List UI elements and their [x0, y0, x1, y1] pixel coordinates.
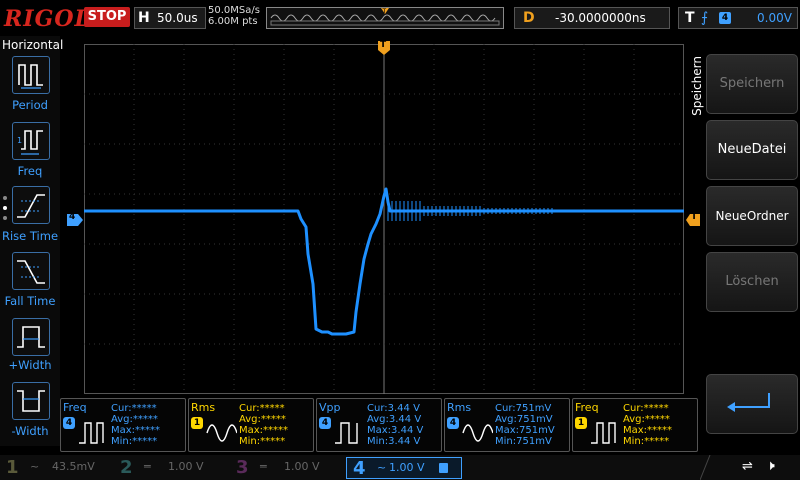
svg-text:1: 1	[17, 136, 22, 145]
measurement-name: Freq	[63, 401, 87, 414]
menu-title: Horizontal	[2, 38, 64, 52]
right-save-menu: Speichern NeueDatei NeueOrdner Löschen	[686, 36, 800, 446]
rising-edge-icon: ⨍	[701, 10, 709, 26]
channel-badge: 4	[63, 417, 75, 429]
usb-icon: ⇌	[742, 459, 753, 474]
timebase-box[interactable]: H 50.0us	[134, 7, 206, 29]
new-file-button[interactable]: NeueDatei	[706, 120, 798, 180]
overview-wave-icon: T	[270, 8, 500, 26]
return-button[interactable]	[706, 374, 798, 434]
channel-badge: 1	[575, 417, 587, 429]
channel-1-status[interactable]: 1 ~ 43.5mV	[0, 457, 110, 478]
measurement-rms-ch1[interactable]: Rms 1 Cur:***** Avg:***** Max:***** Min:…	[188, 398, 314, 452]
timebase-value: 50.0us	[157, 11, 198, 25]
memory-depth: 6.00M pts	[208, 16, 258, 27]
freq-icon	[591, 422, 616, 444]
speaker-muted-icon[interactable]: 🕨	[766, 458, 775, 474]
measurement-freq-ch1[interactable]: Freq 1 Cur:***** Avg:***** Max:***** Min…	[572, 398, 698, 452]
negative-width-icon	[17, 390, 45, 412]
left-measure-menu: Horizontal Period 1 Freq Rise Time Fall …	[0, 36, 64, 446]
bar-divider-icon	[700, 455, 711, 480]
channel-2-status[interactable]: 2 ═ 1.00 V	[116, 457, 226, 478]
run-stop-button[interactable]: STOP	[84, 7, 130, 27]
vpp-icon	[335, 422, 358, 444]
return-arrow-icon	[727, 393, 770, 412]
acquisition-info: 50.0MSa/s 6.00M pts	[208, 5, 260, 27]
freq-label: Freq	[17, 164, 43, 178]
period-button[interactable]	[12, 56, 50, 94]
freq-icon	[79, 422, 104, 444]
fall-time-button[interactable]	[12, 252, 50, 290]
rise-time-label: Rise Time	[1, 229, 59, 243]
ac-coupling-icon: ~	[377, 461, 387, 474]
top-status-bar: RIGOL STOP H 50.0us 50.0MSa/s 6.00M pts …	[0, 0, 800, 36]
channel-4-offset-marker[interactable]: 4	[67, 211, 83, 226]
freq-pulse-icon: 1	[17, 130, 43, 155]
rise-time-button[interactable]	[12, 186, 50, 224]
measurement-name: Rms	[447, 401, 472, 414]
freq-button[interactable]: 1	[12, 122, 50, 160]
channel-4-status[interactable]: 4 ~ 1.00 V	[346, 457, 462, 479]
trigger-level-value: 0.00V	[757, 11, 792, 25]
channel-badge: 1	[191, 417, 203, 429]
bandwidth-limit-icon	[439, 463, 448, 473]
trigger-box[interactable]: T ⨍ 4 0.00V	[678, 7, 798, 29]
channel-3-status[interactable]: 3 ═ 1.00 V	[232, 457, 342, 478]
measurement-name: Rms	[191, 401, 216, 414]
dc-coupling-icon: ═	[144, 460, 151, 473]
delay-label: D	[523, 10, 535, 26]
brand-logo: RIGOL	[4, 6, 91, 32]
ac-coupling-icon: ~	[30, 460, 40, 473]
page-dot	[3, 196, 7, 200]
rms-sine-icon	[462, 424, 493, 442]
fall-time-label: Fall Time	[4, 294, 56, 308]
waveform-overview[interactable]: T	[266, 7, 504, 29]
negative-width-button[interactable]	[12, 382, 50, 420]
rise-edge-icon	[17, 194, 45, 218]
measurement-name: Freq	[575, 401, 599, 414]
timebase-label: H	[138, 10, 150, 26]
channel-badge: 4	[447, 417, 459, 429]
channel-badge: 4	[319, 417, 331, 429]
save-button[interactable]: Speichern	[706, 54, 798, 114]
delete-button[interactable]: Löschen	[706, 252, 798, 312]
trigger-label: T	[685, 10, 695, 26]
measurement-vpp-ch4[interactable]: Vpp 4 Cur:3.44 V Avg:3.44 V Max:3.44 V M…	[316, 398, 442, 452]
svg-text:T: T	[382, 8, 387, 15]
channel-bar: 1 ~ 43.5mV 2 ═ 1.00 V 3 ═ 1.00 V 4 ~ 1.0…	[0, 455, 800, 480]
rms-sine-icon	[206, 424, 237, 442]
period-label: Period	[12, 98, 48, 112]
measurement-rms-ch4[interactable]: Rms 4 Cur:751mV Avg:751mV Max:751mV Min:…	[444, 398, 570, 452]
dc-coupling-icon: ═	[260, 460, 267, 473]
delay-box[interactable]: D -30.0000000ns	[514, 7, 670, 29]
positive-width-icon	[17, 326, 45, 348]
page-dot-active	[3, 206, 7, 210]
positive-width-button[interactable]	[12, 318, 50, 356]
positive-width-label: +Width	[8, 358, 52, 372]
measurement-name: Vpp	[319, 401, 341, 414]
measurement-freq-ch4[interactable]: Freq 4 Cur:***** Avg:***** Max:***** Min…	[60, 398, 186, 452]
negative-width-label: -Width	[11, 424, 49, 438]
waveform-graticule	[84, 44, 684, 394]
period-pulse-icon	[18, 64, 43, 89]
trigger-source-badge: 4	[719, 12, 731, 24]
delay-value: -30.0000000ns	[555, 11, 646, 25]
fall-edge-icon	[17, 260, 45, 284]
page-dot	[3, 216, 7, 220]
trigger-position-marker[interactable]: T	[378, 40, 390, 55]
new-folder-button[interactable]: NeueOrdner	[706, 186, 798, 246]
waveform-display[interactable]	[84, 44, 684, 394]
sample-rate: 50.0MSa/s	[208, 5, 260, 16]
